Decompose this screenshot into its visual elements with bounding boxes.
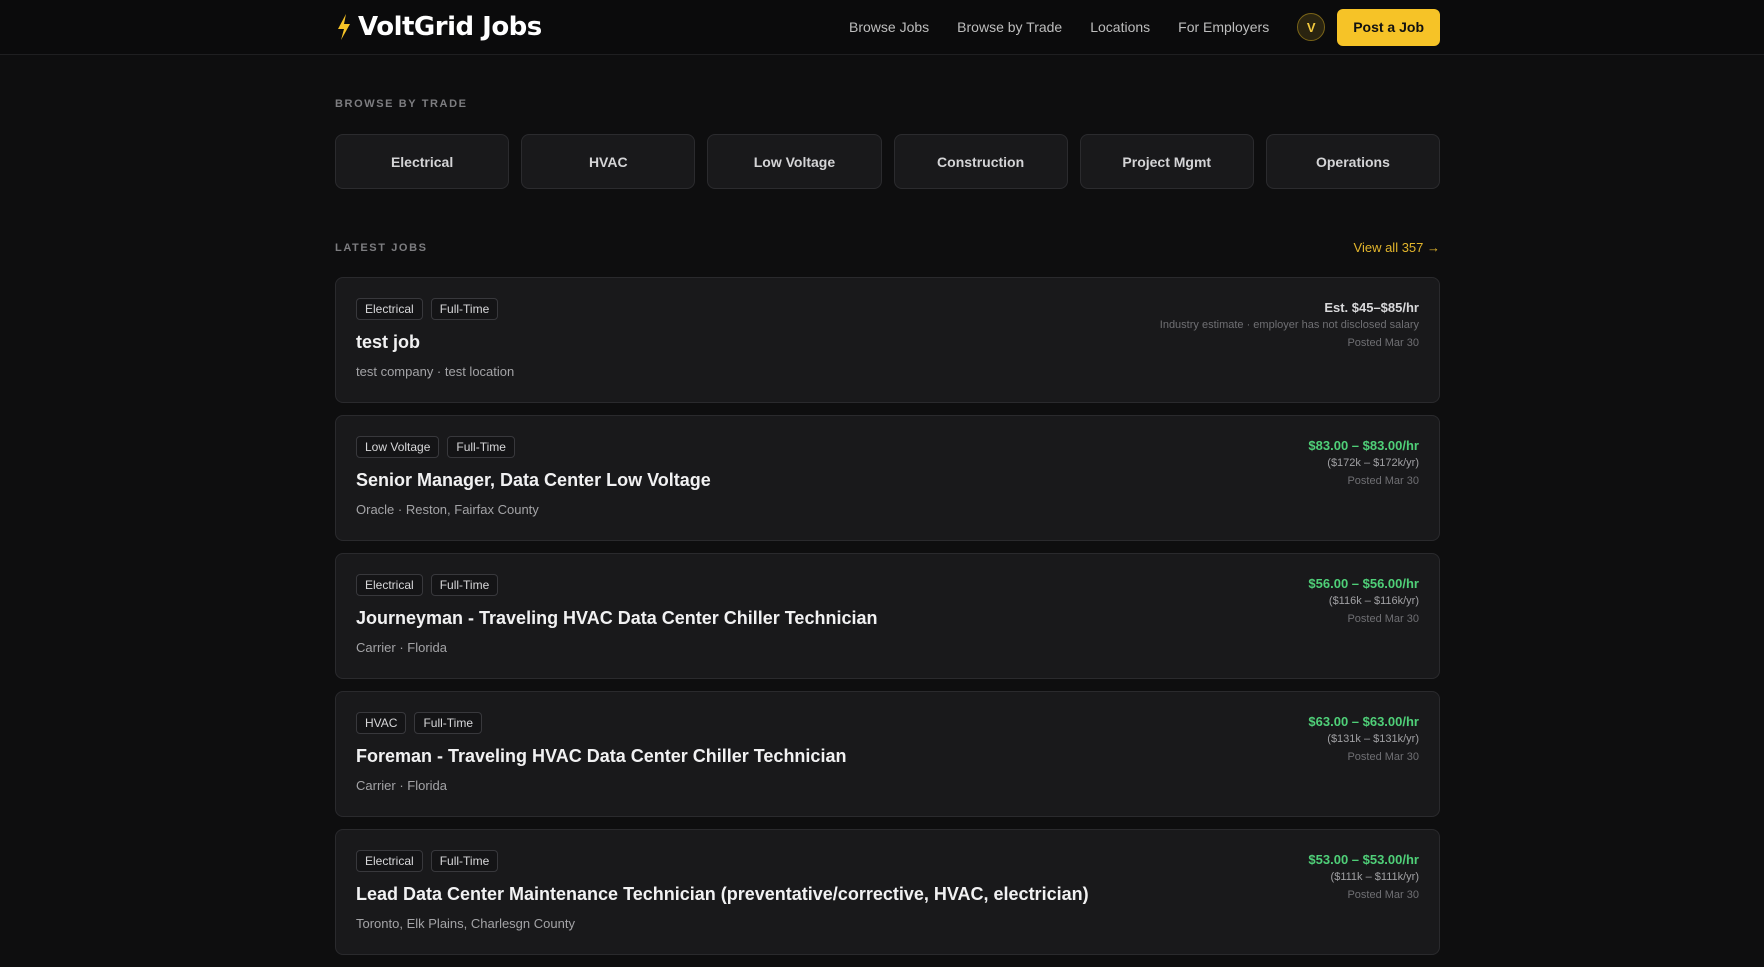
job-pay: $63.00 – $63.00/hr ($131k – $131k/yr) Po…	[1308, 714, 1419, 763]
brand-logo[interactable]: VoltGrid Jobs	[336, 8, 542, 46]
job-company-location: Oracle · Reston, Fairfax County	[356, 502, 539, 517]
job-title[interactable]: test job	[356, 332, 420, 353]
nav-for-employers[interactable]: For Employers	[1178, 19, 1269, 35]
job-pay: $83.00 – $83.00/hr ($172k – $172k/yr) Po…	[1308, 438, 1419, 487]
job-title[interactable]: Lead Data Center Maintenance Technician …	[356, 884, 1089, 905]
nav-browse-by-trade[interactable]: Browse by Trade	[957, 19, 1062, 35]
job-title[interactable]: Foreman - Traveling HVAC Data Center Chi…	[356, 746, 846, 767]
job-tag-trade: Low Voltage	[356, 436, 440, 458]
latest-jobs-heading: LATEST JOBS	[335, 242, 428, 254]
job-posted-date: Posted Mar 30	[1347, 889, 1419, 901]
browse-by-trade-heading: BROWSE BY TRADE	[335, 98, 468, 110]
job-tags: HVAC Full-Time	[356, 712, 483, 734]
trade-project-mgmt[interactable]: Project Mgmt	[1079, 134, 1254, 189]
job-salary: $56.00 – $56.00/hr	[1308, 576, 1419, 591]
job-company-location: Carrier · Florida	[356, 778, 448, 793]
job-card[interactable]: Electrical Full-Time Lead Data Center Ma…	[335, 829, 1440, 955]
nav-locations[interactable]: Locations	[1090, 19, 1150, 35]
job-company-location: Toronto, Elk Plains, Charlesgn County	[356, 916, 575, 931]
job-tag-type: Full-Time	[430, 574, 499, 596]
nav-links: Browse Jobs Browse by Trade Locations Fo…	[849, 0, 1440, 54]
job-card[interactable]: Electrical Full-Time test job test compa…	[335, 277, 1440, 403]
job-salary: $53.00 – $53.00/hr	[1308, 852, 1419, 867]
job-salary: $83.00 – $83.00/hr	[1308, 438, 1419, 453]
brand-name: VoltGrid Jobs	[358, 12, 542, 42]
job-tag-trade: HVAC	[356, 712, 407, 734]
top-nav: VoltGrid Jobs Browse Jobs Browse by Trad…	[0, 0, 1764, 55]
job-list: Electrical Full-Time test job test compa…	[335, 277, 1440, 967]
job-tag-type: Full-Time	[414, 712, 483, 734]
trade-operations[interactable]: Operations	[1265, 134, 1441, 189]
job-card[interactable]: Electrical Full-Time Journeyman - Travel…	[335, 553, 1440, 679]
job-salary-annual: ($131k – $131k/yr)	[1327, 733, 1419, 745]
trade-low-voltage[interactable]: Low Voltage	[707, 134, 882, 189]
post-job-button[interactable]: Post a Job	[1337, 8, 1440, 46]
job-tag-trade: Electrical	[356, 298, 423, 320]
job-tag-type: Full-Time	[430, 298, 499, 320]
job-tags: Electrical Full-Time	[356, 298, 499, 320]
job-posted-date: Posted Mar 30	[1347, 475, 1419, 487]
job-pay: $56.00 – $56.00/hr ($116k – $116k/yr) Po…	[1308, 576, 1419, 625]
job-salary-annual: ($116k – $116k/yr)	[1328, 595, 1419, 607]
job-card[interactable]: Low Voltage Full-Time Senior Manager, Da…	[335, 415, 1440, 541]
job-tags: Electrical Full-Time	[356, 850, 499, 872]
job-salary-note: Industry estimate · employer has not dis…	[1159, 319, 1419, 331]
job-tags: Electrical Full-Time	[356, 574, 499, 596]
job-tag-type: Full-Time	[430, 850, 499, 872]
view-all-jobs-link[interactable]: View all 357 →	[1354, 240, 1440, 255]
job-tag-trade: Electrical	[356, 574, 423, 596]
job-salary: $63.00 – $63.00/hr	[1308, 714, 1419, 729]
job-salary-annual: ($111k – $111k/yr)	[1330, 871, 1419, 883]
job-posted-date: Posted Mar 30	[1347, 751, 1419, 763]
nav-browse-jobs[interactable]: Browse Jobs	[849, 19, 929, 35]
job-title[interactable]: Journeyman - Traveling HVAC Data Center …	[356, 608, 877, 629]
job-salary-annual: ($172k – $172k/yr)	[1327, 457, 1419, 469]
job-tag-trade: Electrical	[356, 850, 423, 872]
trade-construction[interactable]: Construction	[893, 134, 1068, 189]
job-title[interactable]: Senior Manager, Data Center Low Voltage	[356, 470, 711, 491]
trade-grid: Electrical HVAC Low Voltage Construction…	[335, 134, 1441, 189]
job-pay: $53.00 – $53.00/hr ($111k – $111k/yr) Po…	[1308, 852, 1419, 901]
job-tags: Low Voltage Full-Time	[356, 436, 515, 458]
trade-electrical[interactable]: Electrical	[335, 134, 510, 189]
job-posted-date: Posted Mar 30	[1347, 337, 1419, 349]
job-card[interactable]: HVAC Full-Time Foreman - Traveling HVAC …	[335, 691, 1440, 817]
job-company-location: test company · test location	[356, 364, 515, 379]
job-salary: Est. $45–$85/hr	[1324, 300, 1419, 315]
lightning-bolt-icon	[338, 14, 350, 40]
job-posted-date: Posted Mar 30	[1347, 613, 1419, 625]
job-pay: Est. $45–$85/hr Industry estimate · empl…	[1160, 300, 1419, 349]
job-company-location: Carrier · Florida	[356, 640, 448, 655]
trade-hvac[interactable]: HVAC	[521, 134, 696, 189]
user-avatar[interactable]: V	[1297, 13, 1326, 41]
job-tag-type: Full-Time	[447, 436, 515, 458]
